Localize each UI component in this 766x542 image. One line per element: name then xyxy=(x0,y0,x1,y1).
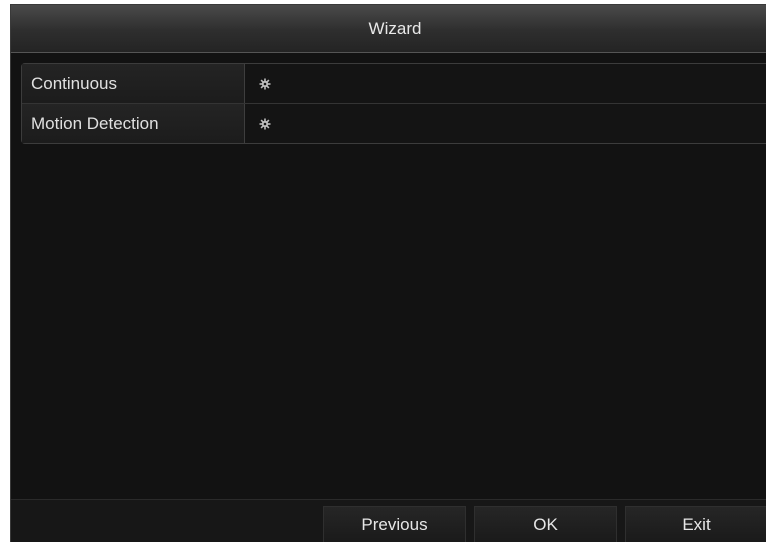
window-title: Wizard xyxy=(368,18,422,38)
row-label: Motion Detection xyxy=(22,104,245,143)
ok-button[interactable]: OK xyxy=(474,506,617,542)
schedule-list: Continuous Motion Detection xyxy=(21,63,766,144)
gear-icon[interactable] xyxy=(257,76,273,92)
row-value xyxy=(245,104,766,143)
row-value xyxy=(245,64,766,103)
exit-button[interactable]: Exit xyxy=(625,506,766,542)
list-item-continuous: Continuous xyxy=(22,64,766,104)
gear-icon[interactable] xyxy=(257,116,273,132)
list-item-motion-detection: Motion Detection xyxy=(22,104,766,143)
previous-button[interactable]: Previous xyxy=(323,506,466,542)
wizard-window: Wizard Continuous Motion Detection Previ… xyxy=(10,4,766,542)
row-label: Continuous xyxy=(22,64,245,103)
footer-bar: Previous OK Exit xyxy=(11,499,766,542)
content-area: Continuous Motion Detection xyxy=(11,53,766,501)
title-bar: Wizard xyxy=(11,5,766,53)
